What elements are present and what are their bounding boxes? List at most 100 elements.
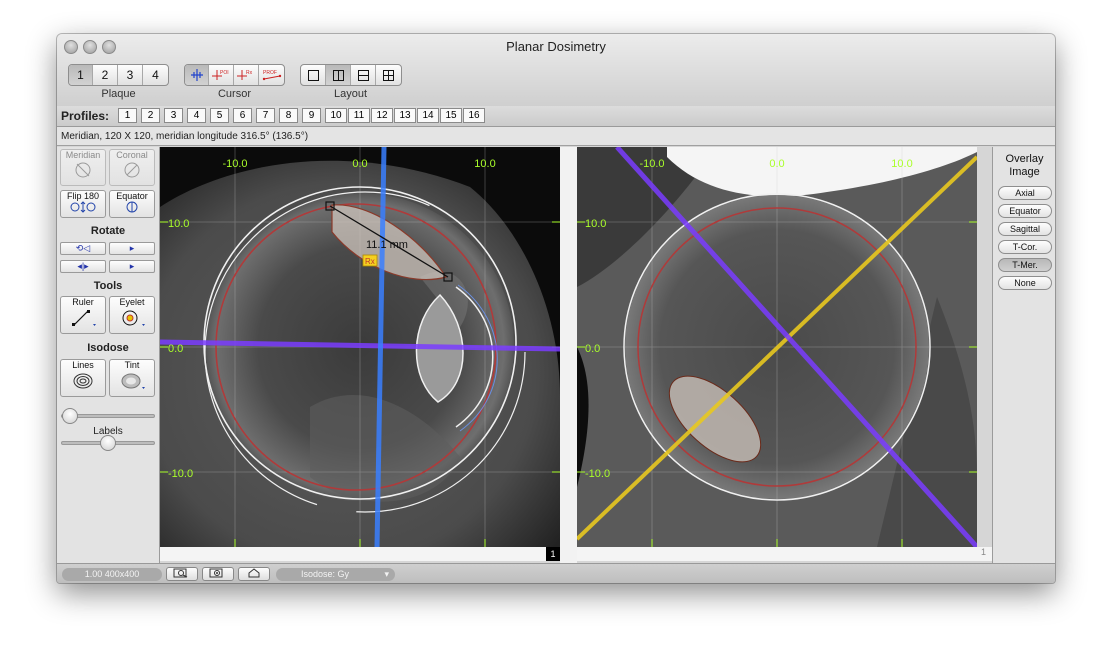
isodose-lines-icon (73, 373, 93, 389)
zoom-out-icon (173, 568, 188, 578)
overlay-axial-button[interactable]: Axial (998, 186, 1052, 200)
x-tick-label: 0.0 (769, 158, 784, 170)
overlay-title-line2: Image (1009, 166, 1040, 178)
profile-button[interactable]: 7 (256, 108, 275, 123)
svg-text:PROF: PROF (263, 70, 277, 76)
view-separator (560, 147, 577, 563)
layout-four-button[interactable] (376, 65, 401, 85)
crosshair-icon (190, 69, 203, 81)
x-tick-label: -10.0 (639, 158, 664, 170)
home-button[interactable] (238, 567, 270, 581)
x-tick-label: 10.0 (891, 158, 912, 170)
isodose-title: Isodose (87, 342, 129, 354)
coronal-view-button[interactable]: Coronal (109, 149, 155, 186)
zoom-out-button[interactable] (166, 567, 198, 581)
profile-button[interactable]: 10 (325, 108, 347, 123)
zoom-in-button[interactable] (202, 567, 234, 581)
zoom-readout: 1.00 400x400 (62, 568, 162, 581)
ruler-icon (72, 310, 96, 326)
plaque-1-button[interactable]: 1 (69, 65, 93, 85)
rotate-flip-button[interactable]: ◂|▸ (60, 260, 106, 273)
profile-button[interactable]: 8 (279, 108, 298, 123)
rx-cursor-icon: Rx (237, 70, 253, 80)
profiles-label: Profiles: (61, 109, 110, 123)
overlay-tmer-button[interactable]: T-Mer. (998, 258, 1052, 272)
plaque-2-button[interactable]: 2 (93, 65, 118, 85)
profile-button[interactable]: 12 (371, 108, 393, 123)
y-tick-label: 0.0 (168, 343, 183, 355)
meridian-viewer[interactable]: 11.1 mm Rx -10.0 0.0 10.0 10.0 0.0 -10.0 (160, 147, 560, 547)
y-tick-label: 10.0 (168, 218, 189, 230)
y-tick-label: 10.0 (585, 218, 606, 230)
coronal-label: Coronal (116, 150, 148, 160)
overlay-sagittal-button[interactable]: Sagittal (998, 222, 1052, 236)
status-bar: 1.00 400x400 Isodose: Gy ▾ (57, 563, 1055, 583)
rx-cursor-button[interactable]: Rx (234, 65, 259, 85)
profile-button[interactable]: 15 (440, 108, 462, 123)
profile-button[interactable]: 1 (118, 108, 137, 123)
profile-button[interactable]: 3 (164, 108, 183, 123)
y-tick-label: 0.0 (585, 343, 600, 355)
x-tick-label: 10.0 (474, 158, 495, 170)
profile-cursor-button[interactable]: PROF (259, 65, 284, 85)
profiles-bar: Profiles: 1 2 3 4 5 6 7 8 9 10 11 12 13 14 15 16 (57, 106, 1055, 127)
crosshair-cursor-button[interactable] (185, 65, 209, 85)
rotate-cw-button[interactable]: ▸ (109, 242, 155, 255)
isodose-tint-icon (121, 373, 145, 389)
profile-button[interactable]: 2 (141, 108, 160, 123)
eyelet-tool-button[interactable]: Eyelet (109, 296, 155, 334)
rotate-title: Rotate (90, 225, 126, 237)
profile-cursor-icon: PROF (262, 70, 281, 81)
overlay-viewer[interactable]: -10.0 0.0 10.0 10.0 0.0 -10.0 (577, 147, 977, 547)
profile-button[interactable]: 6 (233, 108, 252, 123)
meridian-label: Meridian (65, 150, 101, 160)
right-view-footer: 1 (577, 547, 992, 561)
layout-two-vertical-button[interactable] (326, 65, 351, 85)
y-tick-label: -10.0 (585, 468, 610, 480)
plaque-3-button[interactable]: 3 (118, 65, 143, 85)
rotate-ccw-button[interactable]: ⟲◁ (60, 242, 106, 255)
profile-button[interactable]: 4 (187, 108, 206, 123)
equator-icon (126, 201, 138, 213)
cursor-label: Cursor (217, 88, 251, 100)
overlay-equator-button[interactable]: Equator (998, 204, 1052, 218)
toolbar: Planar Dosimetry 1 2 3 4 Plaque POI Rx P… (57, 34, 1055, 107)
equator-label: Equator (116, 191, 148, 201)
overlay-title-line1: Overlay (1005, 153, 1044, 165)
chevron-down-icon: ▾ (384, 569, 389, 579)
layout-selector (300, 64, 402, 86)
profile-button[interactable]: 14 (417, 108, 439, 123)
isodose-tint-button[interactable]: Tint (109, 359, 155, 397)
flip-180-label: Flip 180 (66, 191, 100, 201)
plaque-label: Plaque (101, 88, 136, 100)
labels-slider-knob[interactable] (100, 435, 116, 451)
flip-180-button[interactable]: Flip 180 (60, 190, 106, 218)
left-view-footer: 1 (160, 547, 561, 561)
ruler-label: Ruler (72, 297, 94, 307)
equator-button[interactable]: Equator (109, 190, 155, 218)
x-tick-label: 0.0 (352, 158, 367, 170)
opacity-slider-knob[interactable] (62, 408, 78, 424)
profile-button[interactable]: 16 (463, 108, 485, 123)
plaque-4-button[interactable]: 4 (143, 65, 168, 85)
poi-cursor-button[interactable]: POI (209, 65, 234, 85)
overlay-title: Overlay Image (993, 153, 1055, 179)
overlay-none-button[interactable]: None (998, 276, 1052, 290)
eyelet-icon (122, 310, 145, 326)
overlay-tcor-button[interactable]: T-Cor. (998, 240, 1052, 254)
svg-text:POI: POI (220, 70, 229, 76)
ruler-tool-button[interactable]: Ruler (60, 296, 106, 334)
view-number-label: 1 (980, 547, 986, 557)
isodose-lines-button[interactable]: Lines (60, 359, 106, 397)
profile-button[interactable]: 9 (302, 108, 321, 123)
isodose-units-popup[interactable]: Isodose: Gy ▾ (276, 568, 395, 581)
profile-button[interactable]: 13 (394, 108, 416, 123)
rotate-step-button[interactable]: ▸ (109, 260, 155, 273)
profile-button[interactable]: 5 (210, 108, 229, 123)
meridian-view-button[interactable]: Meridian (60, 149, 106, 186)
profile-button[interactable]: 11 (348, 108, 370, 123)
two-views-horizontal-icon (357, 69, 369, 81)
window-title: Planar Dosimetry (506, 39, 606, 54)
layout-two-horizontal-button[interactable] (351, 65, 376, 85)
layout-single-button[interactable] (301, 65, 326, 85)
